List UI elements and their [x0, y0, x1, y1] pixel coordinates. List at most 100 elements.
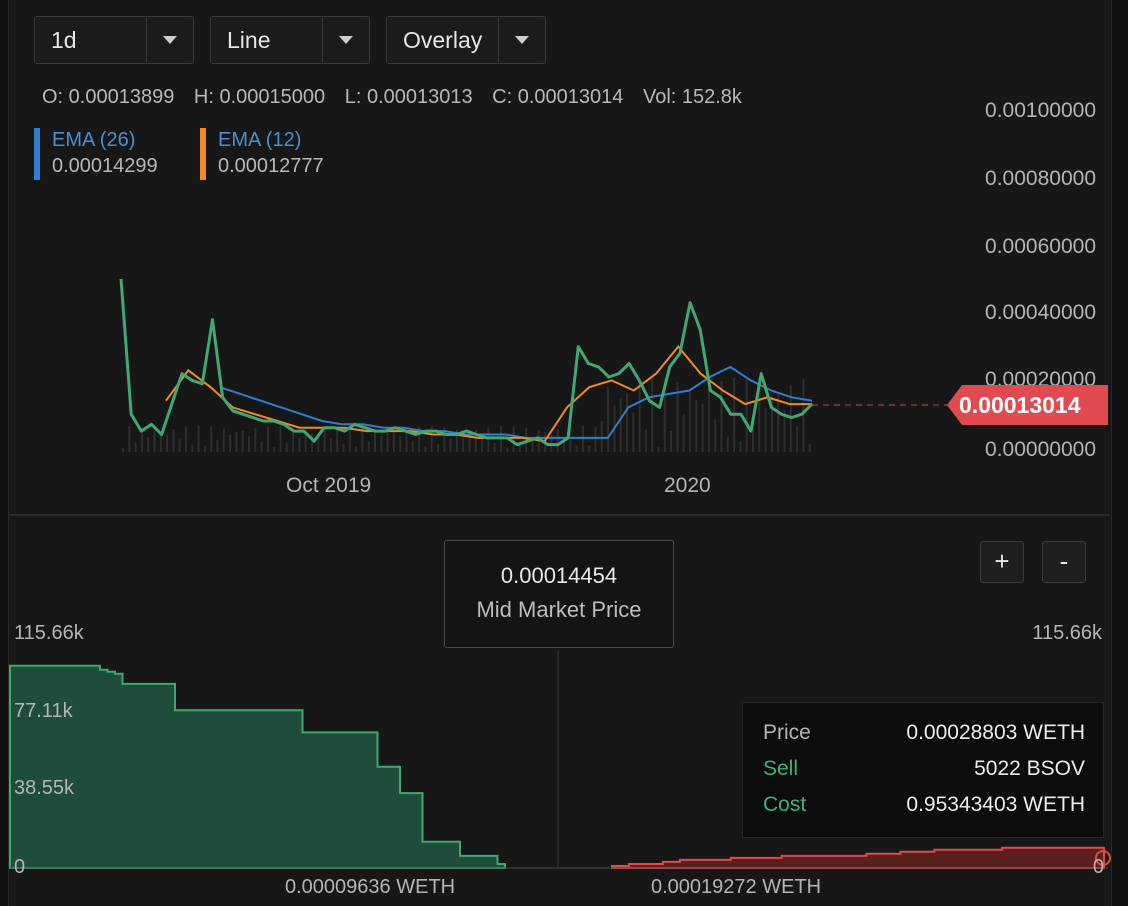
volume-bar [191, 444, 194, 452]
volume-bar [355, 446, 358, 452]
volume-bar [796, 426, 799, 452]
mid-market-price: 0.00014454 [500, 563, 618, 588]
volume-bar [745, 379, 748, 452]
volume-bar [229, 435, 232, 452]
ask-depth-area [611, 846, 1105, 869]
volume-bar [210, 426, 213, 452]
depth-x-label: 0.00019272 WETH [651, 876, 822, 898]
volume-bar [437, 444, 439, 452]
tooltip-cost-value: 0.95343403 WETH [906, 793, 1085, 816]
volume-bar [449, 438, 452, 452]
panel-divider [8, 514, 1110, 516]
current-price-badge: 0.00013014 [947, 385, 1108, 425]
volume-bar [266, 426, 269, 452]
volume-bar [172, 429, 175, 452]
volume-bar [216, 440, 219, 452]
volume-bar [619, 398, 622, 452]
volume-bar [424, 446, 427, 452]
volume-bar [588, 445, 591, 452]
volume-bar [197, 426, 200, 452]
depth-y-label-right: 0 [1092, 856, 1104, 878]
volume-bar [411, 440, 414, 452]
volume-bar [682, 414, 685, 452]
current-price-value: 0.00013014 [959, 392, 1081, 418]
depth-y-label: 38.55k [14, 777, 75, 799]
volume-bar [632, 412, 635, 452]
tooltip-sell-value: 5022 BSOV [974, 757, 1085, 780]
zoom-out-button[interactable]: - [1042, 541, 1086, 583]
depth-y-label: 0 [14, 856, 26, 878]
mid-market-box: 0.00014454 Mid Market Price [444, 540, 674, 648]
tooltip-price-value: 0.00028803 WETH [906, 721, 1085, 744]
tooltip-price-label: Price [763, 721, 811, 744]
volume-bar [248, 436, 250, 452]
volume-bar [273, 447, 276, 452]
volume-bar [695, 399, 698, 452]
volume-bar [336, 427, 339, 452]
volume-bar [575, 445, 578, 452]
volume-bar [626, 392, 628, 452]
volume-bar [134, 442, 137, 452]
volume-bar [122, 448, 124, 452]
depth-x-label: 0.00009636 WETH [285, 876, 456, 898]
volume-bar [657, 447, 660, 452]
tooltip-cost-label: Cost [763, 793, 807, 816]
volume-bar [260, 441, 263, 452]
zoom-in-button[interactable]: + [980, 541, 1024, 583]
volume-bar [241, 431, 244, 452]
volume-bar [808, 444, 811, 452]
volume-bar [512, 426, 515, 452]
depth-y-label: 77.11k [14, 700, 73, 722]
volume-bar [581, 426, 584, 452]
volume-bar [380, 435, 383, 452]
volume-bar [802, 379, 805, 452]
volume-bar [777, 394, 780, 452]
volume-bar [594, 426, 597, 452]
depth-y-label-right: 115.66k [1032, 622, 1102, 644]
volume-bar [487, 427, 490, 452]
tooltip-sell-label: Sell [763, 757, 799, 780]
volume-bar [638, 383, 641, 452]
volume-bar [178, 439, 181, 452]
volume-bar [254, 428, 257, 452]
volume-bar [235, 432, 238, 452]
volume-bar [556, 428, 559, 452]
volume-bar [222, 428, 225, 452]
volume-bar [651, 378, 654, 452]
volume-bar [166, 434, 169, 452]
volume-bar [386, 431, 389, 452]
volume-bar [323, 429, 326, 452]
volume-bar [279, 426, 282, 452]
volume-bar [493, 443, 496, 452]
volume-bar [701, 404, 704, 452]
volume-bar [311, 433, 313, 452]
depth-tooltip: Price 0.00028803 WETH Sell 5022 BSOV Cost 0… [742, 702, 1104, 838]
volume-bar [348, 426, 351, 452]
volume-bar [707, 388, 710, 452]
volume-bar [720, 381, 723, 452]
volume-bar [367, 440, 370, 452]
volume-bar [600, 421, 603, 452]
volume-bar [506, 447, 509, 452]
volume-bar [399, 435, 402, 452]
volume-bar [342, 443, 345, 452]
volume-bar [689, 391, 691, 452]
volume-bar [726, 436, 729, 452]
volume-bar [607, 387, 610, 452]
volume-bar [714, 419, 717, 452]
volume-bar [764, 407, 767, 452]
volume-bar [128, 426, 131, 452]
volume-bar [481, 437, 484, 452]
volume-bar [298, 437, 301, 452]
volume-bar [644, 429, 647, 452]
volume-bar [185, 426, 187, 452]
depth-y-label: 115.66k [14, 622, 84, 644]
bid-depth-area [9, 664, 506, 869]
volume-bar [329, 438, 332, 452]
volume-bar [739, 441, 742, 452]
volume-bar [153, 430, 156, 452]
volume-bar [392, 431, 395, 452]
mid-market-label: Mid Market Price [476, 597, 642, 622]
volume-bar [147, 437, 150, 452]
volume-bar [203, 445, 206, 452]
